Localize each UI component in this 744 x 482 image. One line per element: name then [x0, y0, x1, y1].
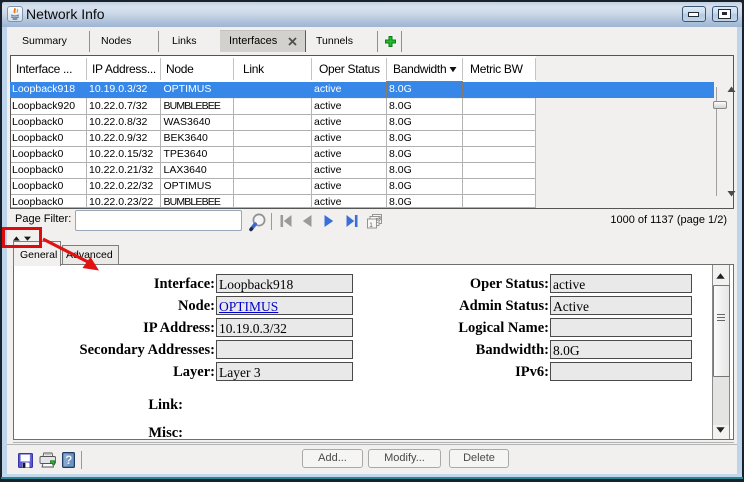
- svg-text:?: ?: [65, 455, 72, 467]
